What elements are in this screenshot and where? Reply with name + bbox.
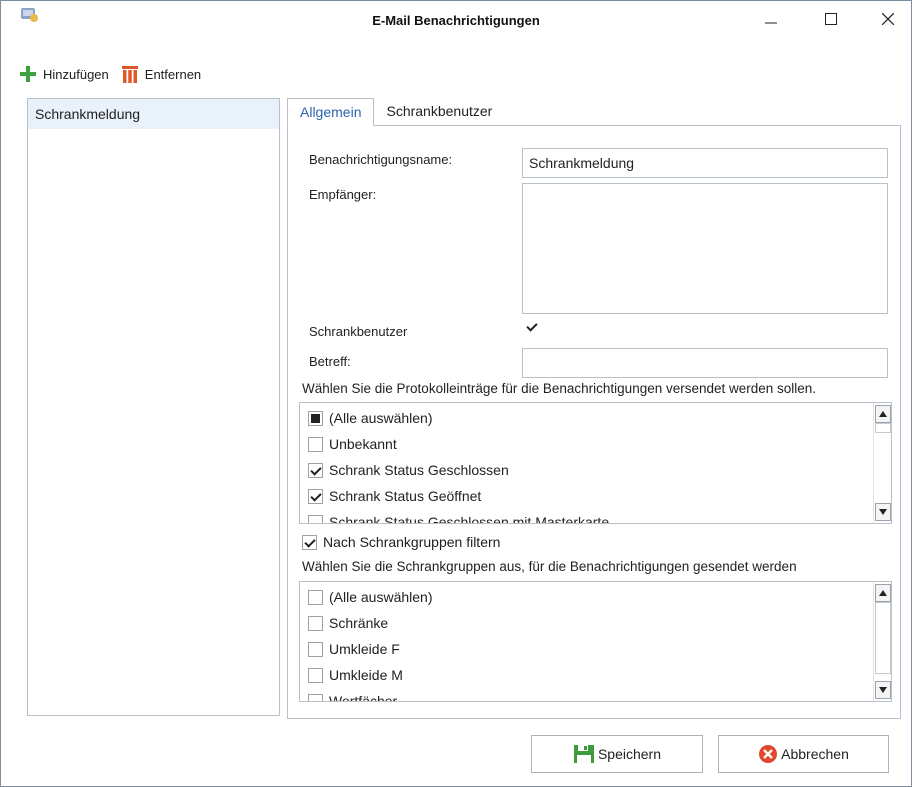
checkbox[interactable] — [308, 667, 323, 683]
arrow-up-icon — [879, 590, 887, 596]
scroll-up-arrow[interactable] — [875, 405, 891, 423]
scroll-up-arrow[interactable] — [875, 584, 891, 602]
checkbox[interactable] — [308, 436, 323, 452]
select-all-checkbox[interactable] — [308, 589, 323, 605]
plus-icon — [20, 66, 36, 82]
checkbox[interactable] — [308, 615, 323, 631]
recipients-field[interactable] — [522, 183, 888, 314]
groups-instruction: Wählen Sie die Schrankgruppen aus, für d… — [302, 559, 797, 574]
email-notifications-window: E-Mail Benachrichtigungen Hinzufügen Ent… — [0, 0, 912, 787]
checkbox[interactable] — [308, 693, 323, 701]
tab-bar: Allgemein Schrankbenutzer — [287, 98, 504, 126]
scroll-thumb[interactable] — [875, 602, 891, 674]
close-icon — [882, 13, 894, 25]
list-item[interactable]: Unbekannt — [300, 431, 891, 457]
checkbox[interactable] — [308, 488, 323, 504]
maximize-icon — [825, 13, 837, 25]
filter-by-group-checkbox[interactable] — [302, 534, 317, 550]
filter-by-group-row[interactable]: Nach Schrankgruppen filtern — [302, 534, 500, 550]
maximize-button[interactable] — [808, 4, 854, 34]
arrow-up-icon — [879, 411, 887, 417]
locker-groups-list[interactable]: (Alle auswählen) Schränke Umkleide F Umk… — [299, 581, 892, 702]
list-item-label: Schrank Status Geöffnet — [329, 488, 482, 504]
title-bar: E-Mail Benachrichtigungen — [1, 1, 911, 37]
remove-button[interactable]: Entfernen — [121, 64, 201, 84]
list-item[interactable]: Umkleide F — [300, 636, 891, 662]
scroll-down-arrow[interactable] — [875, 681, 891, 699]
list-item-label: Unbekannt — [329, 436, 397, 452]
arrow-down-icon — [879, 509, 887, 515]
remove-button-label: Entfernen — [144, 66, 202, 82]
list-item[interactable]: Wertfächer — [300, 688, 891, 702]
list-item[interactable]: (Alle auswählen) — [300, 584, 891, 610]
subject-label: Betreff: — [309, 354, 351, 369]
minimize-icon — [765, 22, 777, 24]
list-item-label: Umkleide F — [329, 641, 400, 657]
locker-user-checkbox[interactable] — [524, 319, 539, 334]
locker-user-label: Schrankbenutzer — [309, 324, 408, 339]
close-button[interactable] — [865, 4, 911, 34]
list-item-label: (Alle auswählen) — [329, 589, 433, 605]
trash-icon — [121, 66, 138, 83]
tab-general[interactable]: Allgemein — [287, 98, 375, 126]
save-button[interactable]: Speichern — [531, 735, 703, 773]
filter-by-group-label: Nach Schrankgruppen filtern — [323, 534, 501, 550]
notification-list[interactable]: Schrankmeldung — [27, 98, 280, 716]
name-label: Benachrichtigungsname: — [309, 152, 453, 167]
list-item[interactable]: Schrank Status Geschlossen mit Masterkar… — [300, 509, 891, 524]
log-entries-instruction: Wählen Sie die Protokolleinträge für die… — [302, 381, 817, 396]
select-all-checkbox[interactable] — [308, 410, 323, 426]
scroll-thumb[interactable] — [875, 423, 891, 433]
scrollbar[interactable] — [873, 403, 891, 523]
save-icon — [573, 745, 594, 763]
list-item-label: Schrank Status Geschlossen — [329, 462, 509, 478]
list-item[interactable]: Schränke — [300, 610, 891, 636]
cancel-button[interactable]: Abbrechen — [718, 735, 889, 773]
add-button[interactable]: Hinzufügen — [19, 65, 109, 83]
list-item-label: Wertfächer — [329, 693, 398, 702]
toolbar: Hinzufügen Entfernen — [19, 63, 213, 85]
cancel-button-label: Abbrechen — [781, 746, 849, 762]
list-item[interactable]: Umkleide M — [300, 662, 891, 688]
checkbox[interactable] — [308, 514, 323, 523]
scrollbar[interactable] — [873, 582, 891, 701]
cancel-icon — [759, 745, 778, 763]
list-item[interactable]: Schrank Status Geöffnet — [300, 483, 891, 509]
list-item[interactable]: Schrank Status Geschlossen — [300, 457, 891, 483]
scroll-down-arrow[interactable] — [875, 503, 891, 521]
list-item-label: Schrank Status Geschlossen mit Masterkar… — [329, 514, 610, 524]
tab-locker-users[interactable]: Schrankbenutzer — [374, 98, 504, 126]
checkbox[interactable] — [308, 641, 323, 657]
recipients-label: Empfänger: — [309, 187, 377, 202]
arrow-down-icon — [879, 687, 887, 693]
subject-field[interactable] — [522, 348, 888, 378]
list-item[interactable]: Schrankmeldung — [28, 99, 279, 129]
checkbox[interactable] — [308, 462, 323, 478]
general-tab-panel: Benachrichtigungsname: Schrankmeldung Em… — [287, 125, 901, 719]
list-item-label: Umkleide M — [329, 667, 403, 683]
list-item-label: (Alle auswählen) — [329, 410, 433, 426]
list-item[interactable]: (Alle auswählen) — [300, 405, 891, 431]
name-field[interactable]: Schrankmeldung — [522, 148, 888, 178]
minimize-button[interactable] — [748, 4, 794, 34]
save-button-label: Speichern — [597, 746, 662, 762]
add-button-label: Hinzufügen — [43, 66, 109, 82]
log-entries-list[interactable]: (Alle auswählen) Unbekannt Schrank Statu… — [299, 402, 892, 524]
list-item-label: Schränke — [329, 615, 389, 631]
